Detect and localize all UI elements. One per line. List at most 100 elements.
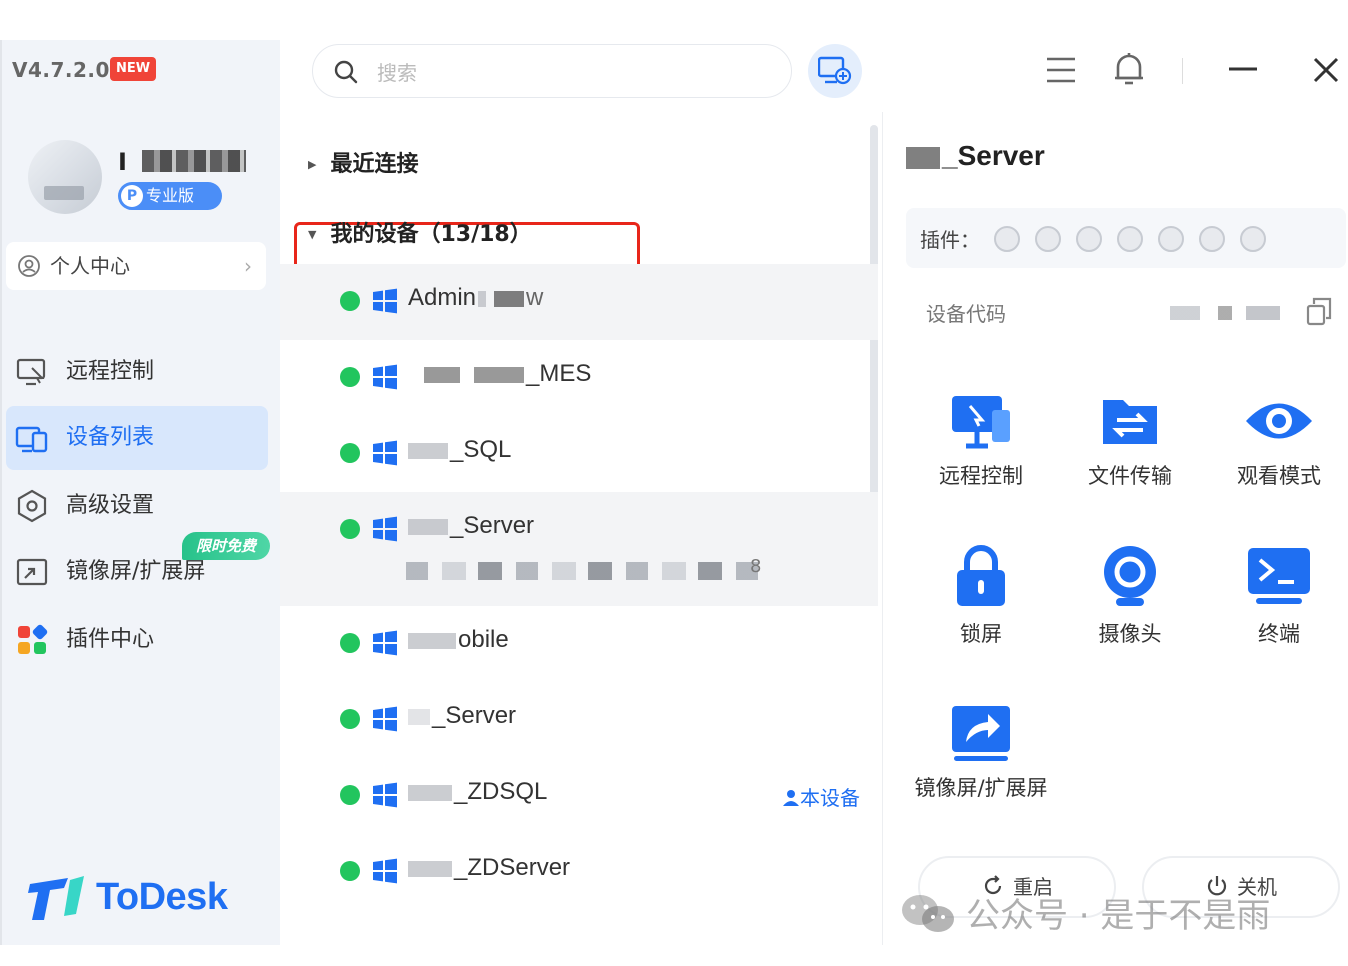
device-row[interactable]: _Server <box>280 682 878 758</box>
nav-label: 插件中心 <box>66 627 155 652</box>
online-dot-icon <box>340 785 360 805</box>
windows-icon <box>373 516 397 542</box>
device-name: _Server <box>408 512 534 540</box>
mirror-screen-icon <box>16 558 48 586</box>
action-label: 锁屏 <box>960 622 1002 646</box>
close-icon[interactable] <box>1312 56 1340 84</box>
device-row[interactable]: obile <box>280 606 878 682</box>
device-name: _Server <box>408 702 516 730</box>
group-recent-connections[interactable]: ▶ 最近连接 <box>308 146 418 178</box>
device-row[interactable]: _MES <box>280 340 878 416</box>
nav-label: 高级设置 <box>66 493 155 518</box>
group-label: 最近连接 <box>330 152 419 177</box>
version-label: V4.7.2.0 <box>12 58 110 82</box>
action-label: 镜像屏/扩展屏 <box>914 776 1048 800</box>
settings-icon <box>17 489 47 523</box>
group-label: 我的设备（13/18） <box>330 222 532 247</box>
device-code-label: 设备代码 <box>926 302 1006 326</box>
username-redacted <box>142 150 246 172</box>
device-remark-redacted <box>406 562 772 580</box>
caret-down-icon: ▼ <box>308 228 317 241</box>
camera-icon <box>1104 546 1156 606</box>
windows-icon <box>373 364 397 390</box>
windows-icon <box>373 440 397 466</box>
online-dot-icon <box>340 443 360 463</box>
online-dot-icon <box>340 709 360 729</box>
person-icon <box>783 790 799 806</box>
online-dot-icon <box>340 291 360 311</box>
action-file-transfer[interactable]: 文件传输 <box>1055 392 1205 490</box>
plugin-circle-icon[interactable] <box>1199 226 1225 252</box>
brand-name: ToDesk <box>96 876 228 918</box>
wechat-icon <box>902 895 954 932</box>
sidebar: V4.7.2.0 NEW I P 专业版 个人中心 › 远程控制 设备列表 高级… <box>0 40 280 945</box>
personal-center-label: 个人中心 <box>50 254 130 278</box>
nav-plugin-center[interactable]: 插件中心 <box>6 608 268 672</box>
watermark-text: 公众号 · 是于不是雨 <box>966 896 1271 936</box>
todesk-logo-icon <box>28 876 84 920</box>
online-dot-icon <box>340 367 360 387</box>
action-remote-control[interactable]: 远程控制 <box>906 392 1056 490</box>
plugin-settings-icon[interactable] <box>1240 226 1266 252</box>
personal-center-button[interactable]: 个人中心 › <box>6 242 266 290</box>
action-camera[interactable]: 摄像头 <box>1055 544 1205 648</box>
device-row[interactable]: Admin w <box>280 264 878 340</box>
terminal-icon <box>1248 548 1310 604</box>
group-my-devices[interactable]: ▼ 我的设备（13/18） <box>308 216 532 248</box>
nav-remote-control[interactable]: 远程控制 <box>6 340 268 404</box>
device-row-selected[interactable]: _Server 8 <box>280 492 878 606</box>
remote-desktop-icon <box>952 396 1010 449</box>
panel-divider <box>882 112 883 945</box>
plugin-image-icon[interactable] <box>1076 226 1102 252</box>
add-device-button[interactable] <box>808 44 862 98</box>
windows-icon <box>373 782 397 808</box>
search-box[interactable]: 搜索 <box>312 44 792 98</box>
nav-label: 设备列表 <box>66 425 155 450</box>
toolbar-divider <box>1182 58 1183 84</box>
online-dot-icon <box>340 861 360 881</box>
online-dot-icon <box>340 633 360 653</box>
this-device-tag: 本设备 <box>782 782 860 811</box>
plugin-window-icon[interactable] <box>1035 226 1061 252</box>
device-row[interactable]: _ZDServer <box>280 834 878 910</box>
nav-device-list[interactable]: 设备列表 <box>6 406 268 470</box>
device-row[interactable]: _SQL <box>280 416 878 492</box>
nav-advanced-settings[interactable]: 高级设置 <box>6 474 268 538</box>
plugin-drop-icon[interactable] <box>1158 226 1184 252</box>
device-remark-tail: 8 <box>750 556 762 577</box>
windows-icon <box>373 706 397 732</box>
action-mirror-screen[interactable]: 镜像屏/扩展屏 <box>906 704 1056 802</box>
new-badge: NEW <box>110 57 156 81</box>
action-lock-screen[interactable]: 锁屏 <box>906 544 1056 648</box>
device-name: _ZDServer <box>408 854 570 882</box>
lock-icon <box>957 545 1005 606</box>
bell-icon[interactable] <box>1112 50 1146 88</box>
action-terminal[interactable]: 终端 <box>1204 544 1348 648</box>
todesk-window: V4.7.2.0 NEW I P 专业版 个人中心 › 远程控制 设备列表 高级… <box>0 40 1348 945</box>
device-list-icon <box>15 426 48 453</box>
action-label: 终端 <box>1258 622 1300 646</box>
windows-icon <box>373 630 397 656</box>
pro-edition-badge[interactable]: P 专业版 <box>118 182 222 210</box>
plugins-bar: 插件： <box>906 208 1346 268</box>
device-name: _SQL <box>408 436 511 464</box>
action-label: 远程控制 <box>939 464 1023 488</box>
avatar[interactable] <box>28 140 102 214</box>
windows-icon <box>373 858 397 884</box>
username-initial: I <box>118 148 127 176</box>
eye-icon <box>1246 403 1312 439</box>
add-device-icon <box>818 56 852 85</box>
plugin-copy-icon[interactable] <box>1117 226 1143 252</box>
minimize-icon[interactable] <box>1228 66 1258 72</box>
online-dot-icon <box>340 519 360 539</box>
action-label: 摄像头 <box>1098 622 1162 646</box>
menu-icon[interactable] <box>1044 54 1078 86</box>
device-name: _MES <box>408 360 591 388</box>
action-view-mode[interactable]: 观看模式 <box>1204 392 1348 490</box>
windows-icon <box>373 288 397 314</box>
device-row[interactable]: _ZDSQL 本设备 <box>280 758 878 834</box>
plugin-gamepad-icon[interactable] <box>994 226 1020 252</box>
search-icon <box>334 60 358 84</box>
device-code-redacted <box>1170 306 1280 320</box>
copy-icon[interactable] <box>1306 296 1334 326</box>
